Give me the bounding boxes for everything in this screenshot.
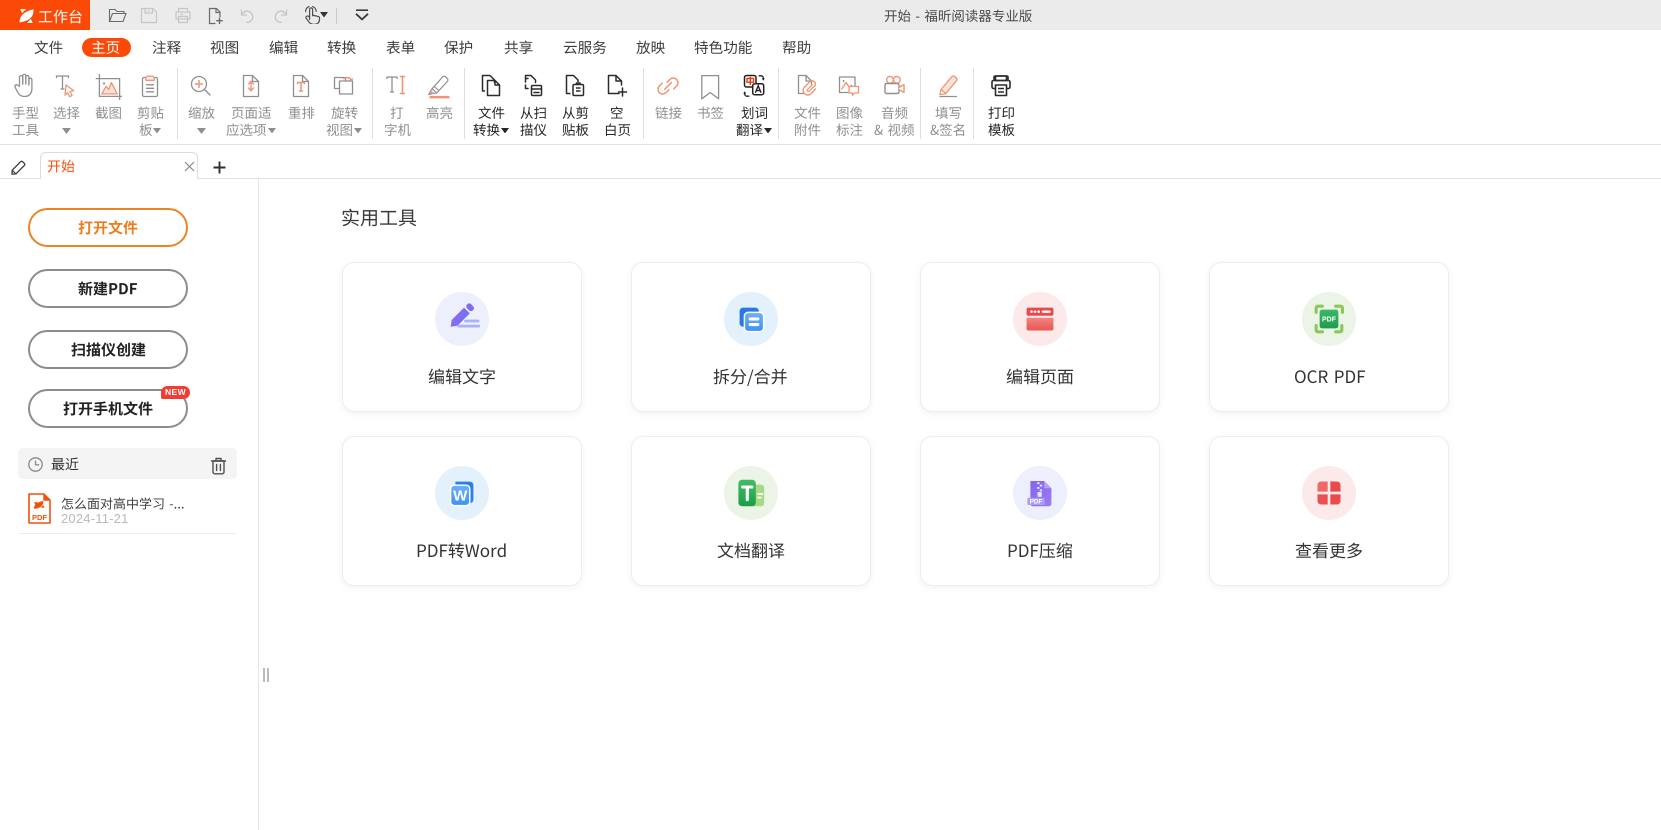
svg-text:PDF: PDF — [32, 513, 47, 522]
svg-text:W: W — [453, 487, 468, 504]
svg-text:PDF: PDF — [1322, 316, 1336, 323]
svg-text:PDF: PDF — [1030, 498, 1043, 505]
